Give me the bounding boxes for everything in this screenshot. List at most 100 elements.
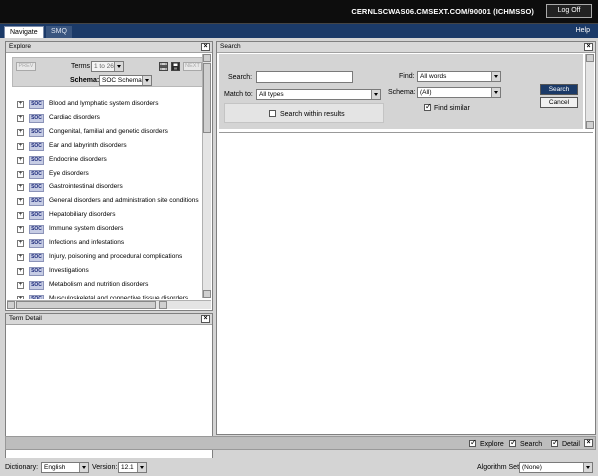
search-button[interactable]: Search [540, 84, 578, 95]
scroll-thumb[interactable] [203, 63, 211, 133]
tree-item-label[interactable]: Endocrine disorders [49, 156, 107, 163]
tree-item-label[interactable]: Blood and lymphatic system disorders [49, 100, 158, 107]
expand-icon[interactable]: + [17, 226, 24, 234]
search-within-checkbox[interactable] [269, 110, 276, 117]
search-title: Search [220, 43, 241, 50]
explore-toggle-checkbox[interactable] [469, 438, 477, 448]
dictionary-label: Dictionary: [5, 464, 39, 471]
explore-panel: Explore × PREV Terms 1 to 26 NEXT Schema… [5, 41, 213, 311]
algorithm-set-label: Algorithm Set: [477, 464, 521, 471]
expand-icon[interactable]: + [17, 114, 24, 122]
soc-badge: SOC [29, 294, 44, 299]
next-button[interactable]: NEXT [183, 62, 202, 71]
tab-navigate[interactable]: Navigate [4, 26, 44, 38]
explore-horizontal-scrollbar[interactable] [7, 300, 211, 309]
explore-title-bar: Explore × [6, 42, 212, 53]
find-select[interactable]: All words [417, 71, 501, 82]
search-title-bar: Search × [217, 42, 595, 53]
expand-icon[interactable]: + [17, 212, 24, 220]
tree-item-label[interactable]: Congenital, familial and genetic disorde… [49, 128, 168, 135]
search-schema-select[interactable]: (All) [417, 87, 501, 98]
tree-item-label[interactable]: Immune system disorders [49, 225, 123, 232]
version-select[interactable]: 12.1 [118, 462, 147, 473]
chevron-down-icon [137, 463, 146, 472]
cancel-button[interactable]: Cancel [540, 97, 578, 108]
tree-item-label[interactable]: Investigations [49, 267, 89, 274]
soc-badge: SOC [29, 239, 44, 248]
tree-item-label[interactable]: Ear and labyrinth disorders [49, 142, 127, 149]
dictionary-select[interactable]: English [41, 462, 89, 473]
expand-icon[interactable]: + [17, 170, 24, 178]
soc-badge: SOC [29, 183, 44, 193]
chevron-down-icon [114, 62, 123, 71]
tree-item-label[interactable]: Eye disorders [49, 170, 89, 177]
expand-icon[interactable]: + [17, 267, 24, 275]
tree-item-label[interactable]: Hepatobiliary disorders [49, 211, 115, 218]
tree-item-label[interactable]: Cardiac disorders [49, 114, 100, 121]
expand-icon[interactable]: + [17, 156, 24, 164]
log-off-button[interactable]: Log Off [546, 4, 592, 18]
explore-toggle-label: Explore [480, 441, 504, 448]
search-toggle-label: Search [520, 441, 543, 448]
soc-badge: SOC [29, 280, 44, 290]
expand-icon[interactable]: + [17, 295, 24, 299]
soc-badge: SOC [29, 197, 44, 207]
tree-item-label[interactable]: Metabolism and nutrition disorders [49, 281, 148, 288]
expand-icon[interactable]: + [17, 253, 24, 261]
save-icon[interactable] [171, 62, 180, 71]
chevron-down-icon [583, 463, 592, 472]
expand-icon[interactable]: + [17, 198, 24, 206]
scroll-left-icon[interactable] [7, 301, 15, 309]
close-icon[interactable]: × [584, 439, 593, 447]
match-to-label: Match to: [224, 91, 253, 98]
term-detail-title: Term Detail [9, 315, 42, 322]
search-input[interactable] [256, 71, 353, 83]
expand-icon[interactable]: + [17, 240, 24, 247]
search-form: Search: Find: All words Match to: All ty… [219, 54, 583, 129]
scroll-up-icon[interactable] [203, 54, 211, 62]
algorithm-set-select[interactable]: (None) [519, 462, 593, 473]
search-toggle-checkbox[interactable] [509, 438, 517, 448]
tree-item-label[interactable]: General disorders and administration sit… [49, 197, 199, 204]
chevron-down-icon [79, 463, 88, 472]
expand-icon[interactable]: + [17, 142, 24, 150]
expand-icon[interactable]: + [17, 184, 24, 192]
expand-icon[interactable]: + [17, 101, 24, 108]
expand-icon[interactable]: + [17, 281, 24, 289]
server-info: CERNLSCWAS06.CMSEXT.COM/90001 (ICHMSSO) [351, 7, 534, 16]
tree-item-label[interactable]: Infections and infestations [49, 239, 124, 246]
help-link[interactable]: Help [576, 27, 590, 34]
scroll-right-icon[interactable] [159, 301, 167, 309]
tree-item-label[interactable]: Gastrointestinal disorders [49, 183, 123, 190]
scroll-thumb[interactable] [16, 301, 156, 309]
soc-badge: SOC [29, 155, 44, 165]
schema-select[interactable]: SOC Schema [99, 75, 152, 86]
expand-icon[interactable]: + [17, 128, 24, 136]
print-icon[interactable] [159, 62, 168, 71]
tab-smq[interactable]: SMQ [46, 26, 72, 38]
close-icon[interactable]: × [201, 315, 210, 323]
find-similar-checkbox[interactable] [424, 102, 432, 112]
top-bar: CERNLSCWAS06.CMSEXT.COM/90001 (ICHMSSO) … [0, 0, 598, 24]
explore-vertical-scrollbar[interactable] [202, 54, 211, 298]
prev-button[interactable]: PREV [16, 62, 36, 71]
search-within-box: Search within results [224, 103, 384, 123]
find-similar-label: Find similar [434, 105, 470, 112]
explore-title: Explore [9, 43, 32, 50]
match-to-select[interactable]: All types [256, 89, 381, 100]
tree-item-label[interactable]: Injury, poisoning and procedural complic… [49, 253, 182, 260]
scroll-down-icon[interactable] [203, 290, 211, 298]
detail-toggle-label: Detail [562, 441, 580, 448]
tab-bar: Navigate SMQ Help [0, 24, 598, 38]
scroll-down-icon[interactable] [586, 121, 594, 129]
close-icon[interactable]: × [584, 43, 593, 51]
version-label: Version: [92, 464, 118, 471]
scroll-up-icon[interactable] [586, 54, 594, 62]
search-form-scrollbar[interactable] [585, 54, 594, 129]
tree-item-label[interactable]: Musculoskeletal and connective tissue di… [49, 295, 188, 299]
detail-toggle-checkbox[interactable] [551, 438, 559, 448]
chevron-down-icon [491, 72, 500, 81]
close-icon[interactable]: × [201, 43, 210, 51]
terms-range-select[interactable]: 1 to 26 [91, 61, 124, 72]
workspace: Explore × PREV Terms 1 to 26 NEXT Schema… [0, 38, 598, 476]
